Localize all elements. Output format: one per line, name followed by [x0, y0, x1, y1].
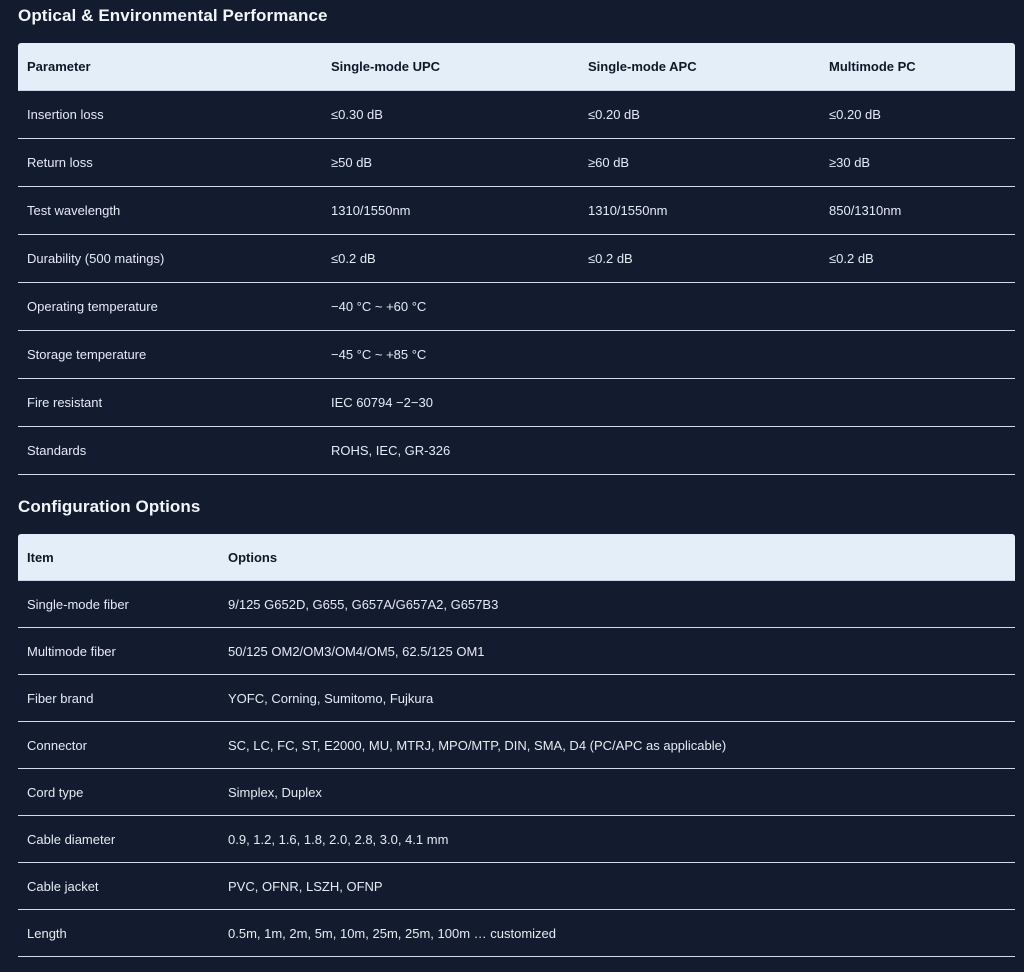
table-row: Cable diameter 0.9, 1.2, 1.6, 1.8, 2.0, …	[18, 815, 1015, 863]
table-row: Cable jacket PVC, OFNR, LSZH, OFNP	[18, 862, 1015, 910]
single-mode-upc-cell: ≤0.30 dB	[322, 90, 579, 139]
table-row: Insertion loss ≤0.30 dB ≤0.20 dB ≤0.20 d…	[18, 90, 1015, 139]
multimode-pc-cell	[820, 378, 1015, 427]
options-cell: 0.9, 1.2, 1.6, 1.8, 2.0, 2.8, 3.0, 4.1 m…	[219, 815, 1015, 863]
column-header-options: Options	[219, 534, 1015, 581]
single-mode-apc-cell: ≤0.20 dB	[579, 90, 820, 139]
single-mode-apc-cell	[579, 330, 820, 379]
column-header-single-mode-apc: Single-mode APC	[579, 43, 820, 91]
optical-performance-table: Parameter Single-mode UPC Single-mode AP…	[18, 43, 1015, 475]
table-row: Connector SC, LC, FC, ST, E2000, MU, MTR…	[18, 721, 1015, 769]
configuration-options-title: Configuration Options	[18, 497, 201, 516]
single-mode-upc-cell: IEC 60794 −2−30	[322, 378, 579, 427]
column-header-item: Item	[18, 534, 219, 581]
single-mode-upc-cell: ≥50 dB	[322, 138, 579, 187]
item-cell: Connector	[18, 721, 219, 769]
item-cell: Multimode fiber	[18, 627, 219, 675]
table-row: Cord type Simplex, Duplex	[18, 768, 1015, 816]
column-header-multimode-pc: Multimode PC	[820, 43, 1015, 91]
item-cell: Length	[18, 909, 219, 957]
item-cell: Fiber brand	[18, 674, 219, 722]
single-mode-upc-cell: ROHS, IEC, GR-326	[322, 426, 579, 475]
single-mode-apc-cell: 1310/1550nm	[579, 186, 820, 235]
multimode-pc-cell: ≤0.20 dB	[820, 90, 1015, 139]
options-cell: Simplex, Duplex	[219, 768, 1015, 816]
table-header-row: Item Options	[18, 534, 1015, 581]
single-mode-apc-cell: ≤0.2 dB	[579, 234, 820, 283]
options-cell: 0.5m, 1m, 2m, 5m, 10m, 25m, 25m, 100m … …	[219, 909, 1015, 957]
parameter-cell: Durability (500 matings)	[18, 234, 322, 283]
configuration-options-table: Item Options Single-mode fiber 9/125 G65…	[18, 534, 1015, 957]
table-row: Return loss ≥50 dB ≥60 dB ≥30 dB	[18, 138, 1015, 187]
multimode-pc-cell	[820, 330, 1015, 379]
single-mode-apc-cell	[579, 282, 820, 331]
table-row: Test wavelength 1310/1550nm 1310/1550nm …	[18, 186, 1015, 235]
options-cell: 50/125 OM2/OM3/OM4/OM5, 62.5/125 OM1	[219, 627, 1015, 675]
single-mode-apc-cell	[579, 378, 820, 427]
column-header-single-mode-upc: Single-mode UPC	[322, 43, 579, 91]
parameter-cell: Test wavelength	[18, 186, 322, 235]
parameter-cell: Insertion loss	[18, 90, 322, 139]
single-mode-apc-cell	[579, 426, 820, 475]
table-row: Operating temperature −40 °C ~ +60 °C	[18, 282, 1015, 331]
parameter-cell: Storage temperature	[18, 330, 322, 379]
item-cell: Cable diameter	[18, 815, 219, 863]
parameter-cell: Operating temperature	[18, 282, 322, 331]
table-row: Length 0.5m, 1m, 2m, 5m, 10m, 25m, 25m, …	[18, 909, 1015, 957]
multimode-pc-cell	[820, 282, 1015, 331]
table-row: Multimode fiber 50/125 OM2/OM3/OM4/OM5, …	[18, 627, 1015, 675]
single-mode-upc-cell: 1310/1550nm	[322, 186, 579, 235]
options-cell: SC, LC, FC, ST, E2000, MU, MTRJ, MPO/MTP…	[219, 721, 1015, 769]
parameter-cell: Return loss	[18, 138, 322, 187]
table-row: Storage temperature −45 °C ~ +85 °C	[18, 330, 1015, 379]
multimode-pc-cell	[820, 426, 1015, 475]
table-row: Fiber brand YOFC, Corning, Sumitomo, Fuj…	[18, 674, 1015, 722]
item-cell: Cable jacket	[18, 862, 219, 910]
parameter-cell: Fire resistant	[18, 378, 322, 427]
parameter-cell: Standards	[18, 426, 322, 475]
table-row: Fire resistant IEC 60794 −2−30	[18, 378, 1015, 427]
table-row: Durability (500 matings) ≤0.2 dB ≤0.2 dB…	[18, 234, 1015, 283]
column-header-parameter: Parameter	[18, 43, 322, 91]
item-cell: Single-mode fiber	[18, 580, 219, 628]
options-cell: 9/125 G652D, G655, G657A/G657A2, G657B3	[219, 580, 1015, 628]
table-row: Standards ROHS, IEC, GR-326	[18, 426, 1015, 475]
single-mode-upc-cell: ≤0.2 dB	[322, 234, 579, 283]
multimode-pc-cell: ≥30 dB	[820, 138, 1015, 187]
multimode-pc-cell: 850/1310nm	[820, 186, 1015, 235]
single-mode-upc-cell: −40 °C ~ +60 °C	[322, 282, 579, 331]
item-cell: Cord type	[18, 768, 219, 816]
multimode-pc-cell: ≤0.2 dB	[820, 234, 1015, 283]
optical-performance-title: Optical & Environmental Performance	[18, 6, 328, 25]
single-mode-upc-cell: −45 °C ~ +85 °C	[322, 330, 579, 379]
options-cell: PVC, OFNR, LSZH, OFNP	[219, 862, 1015, 910]
table-header-row: Parameter Single-mode UPC Single-mode AP…	[18, 43, 1015, 91]
options-cell: YOFC, Corning, Sumitomo, Fujkura	[219, 674, 1015, 722]
single-mode-apc-cell: ≥60 dB	[579, 138, 820, 187]
table-row: Single-mode fiber 9/125 G652D, G655, G65…	[18, 580, 1015, 628]
